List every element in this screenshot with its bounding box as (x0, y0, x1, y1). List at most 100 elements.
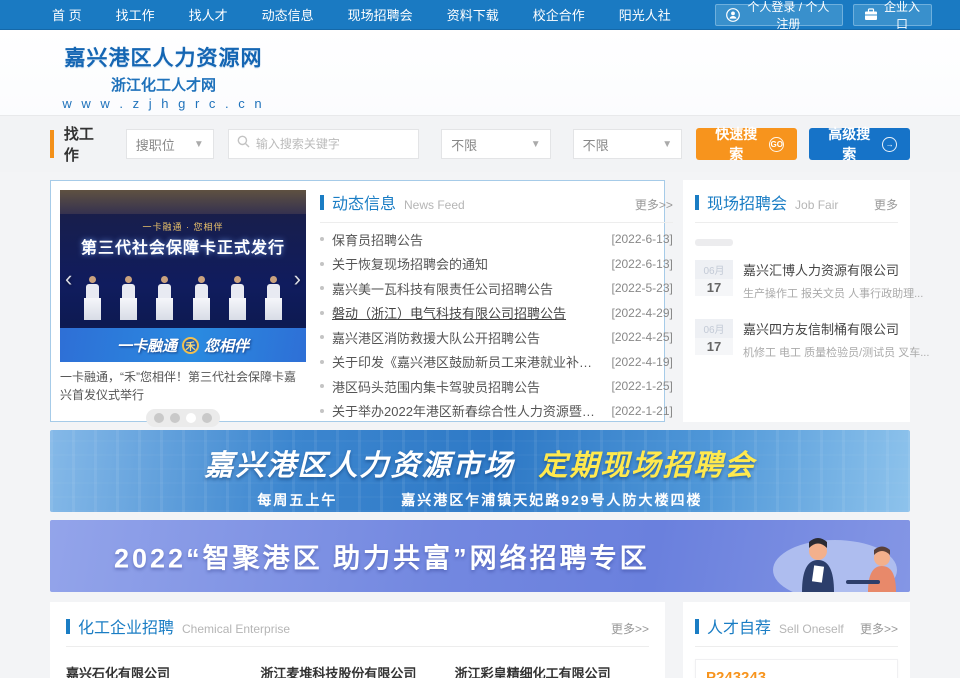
grain-seal-icon: 禾 (182, 337, 199, 354)
main-content: 一卡融通 · 您相伴 第三代社会保障卡正式发行 一卡融通 禾 您相伴 (50, 172, 910, 678)
advanced-search-label: 高级搜索 (822, 124, 876, 164)
banner1-schedule: 每周五上午 (257, 492, 337, 508)
carousel-dots (146, 409, 220, 427)
company-item[interactable]: 嘉兴石化有限公司 工艺员 设备管理 警卫（残疾工） (66, 663, 260, 678)
site-logo[interactable]: 嘉兴港区人力资源网 浙江化工人才网 w w w . z j h g r c . … (56, 42, 271, 111)
advanced-search-button[interactable]: 高级搜索 → (809, 128, 910, 160)
top-nav: 首 页 找工作 找人才 动态信息 现场招聘会 资料下载 校企合作 阳光人社 个人… (0, 0, 960, 30)
search-category-select[interactable]: 搜职位 ▼ (126, 129, 214, 159)
search-filter1-value: 不限 (451, 135, 477, 154)
person-figure (120, 276, 137, 320)
nav-item-job-fair[interactable]: 现场招聘会 (348, 5, 413, 24)
go-badge-icon: GO (769, 137, 784, 152)
company-item[interactable]: 浙江彩皇精细化工有限公司 普工（制造科） 营业担当 (455, 663, 649, 678)
date-badge: 06月 17 (695, 319, 733, 360)
talent-subtitle: Sell Oneself (779, 622, 844, 636)
news-item[interactable]: 关于举办2022年港区新春综合性人力资源暨春风...[2022-1-21] (320, 399, 673, 424)
chemical-enterprise-panel: 化工企业招聘 Chemical Enterprise 更多>> 嘉兴石化有限公司… (50, 602, 665, 678)
news-item[interactable]: 嘉兴港区消防救援大队公开招聘公告[2022-4-25] (320, 325, 673, 350)
section-accent-bar (695, 619, 699, 634)
chevron-down-icon: ▼ (194, 139, 204, 150)
personal-login-label: 个人登录 / 个人注册 (745, 0, 832, 32)
person-figure (156, 276, 173, 320)
job-fair-jobs: 生产操作工 报关文员 人事行政助理... (743, 285, 923, 301)
section-accent-bar (320, 195, 324, 210)
carousel-next-arrow[interactable]: › (294, 268, 301, 290)
search-filter2-value: 不限 (583, 135, 609, 154)
person-figure (84, 276, 101, 320)
chemical-title: 化工企业招聘 (78, 614, 174, 638)
nav-item-news[interactable]: 动态信息 (262, 5, 314, 24)
news-item-hovered[interactable]: 磐动（浙江）电气科技有限公司招聘公告[2022-4-29] (320, 301, 673, 326)
person-icon (726, 8, 740, 22)
search-input[interactable] (256, 137, 410, 151)
chemical-more-link[interactable]: 更多>> (611, 620, 649, 637)
business-people-illustration (750, 522, 900, 592)
slide-title: 第三代社会保障卡正式发行 (60, 234, 306, 258)
slide-tagline: 一卡融通 · 您相伴 (60, 220, 306, 233)
carousel-dot[interactable] (170, 413, 180, 423)
chemical-subtitle: Chemical Enterprise (182, 622, 290, 636)
search-band: 找工作 搜职位 ▼ 不限 ▼ 不限 ▼ 快速搜索 GO 高级搜索 → (0, 115, 960, 172)
search-label: 找工作 (64, 123, 108, 165)
talent-card[interactable]: P243243 男 ｜ 嘉兴市->嘉兴港区 ｜ 八年以上 (695, 659, 898, 678)
briefcase-icon (864, 8, 878, 21)
news-feed: 动态信息 News Feed 更多>> 保育员招聘公告[2022-6-13] 关… (320, 190, 673, 412)
job-fair-panel: 现场招聘会 Job Fair 更多 06月 17 嘉兴汇博人力资源有限公司 生产… (683, 180, 910, 422)
news-header: 动态信息 News Feed 更多>> (320, 190, 673, 223)
job-fair-item[interactable]: 06月 17 嘉兴四方友信制桶有限公司 机修工 电工 质量检验员/测试员 叉车.… (695, 319, 898, 360)
carousel-dot[interactable] (202, 413, 212, 423)
carousel: 一卡融通 · 您相伴 第三代社会保障卡正式发行 一卡融通 禾 您相伴 (60, 190, 306, 412)
bullet-icon (320, 262, 324, 266)
nav-item-sunshine-hr[interactable]: 阳光人社 (619, 5, 671, 24)
section-accent-bar (695, 195, 699, 210)
talent-more-link[interactable]: 更多>> (860, 620, 898, 637)
online-recruitment-banner[interactable]: 2022“智聚港区 助力共富”网络招聘专区 (50, 520, 910, 592)
carousel-dot-active[interactable] (186, 413, 196, 423)
talent-title: 人才自荐 (707, 614, 771, 638)
banner2-title: 2022“智聚港区 助力共富”网络招聘专区 (114, 537, 650, 576)
search-input-wrap (228, 129, 419, 159)
site-header: 嘉兴港区人力资源网 浙江化工人才网 w w w . z j h g r c . … (0, 30, 960, 115)
nav-item-downloads[interactable]: 资料下载 (447, 5, 499, 24)
nav-item-home[interactable]: 首 页 (52, 5, 82, 24)
job-fair-item[interactable]: 06月 17 嘉兴汇博人力资源有限公司 生产操作工 报关文员 人事行政助理... (695, 260, 898, 301)
carousel-caption[interactable]: 一卡融通，“禾”您相伴！第三代社会保障卡嘉兴首发仪式举行 (60, 368, 306, 404)
news-item[interactable]: 嘉兴美一瓦科技有限责任公司招聘公告[2022-5-23] (320, 276, 673, 301)
news-item[interactable]: 港区码头范围内集卡驾驶员招聘公告[2022-1-25] (320, 374, 673, 399)
news-item[interactable]: 关于恢复现场招聘会的通知[2022-6-13] (320, 252, 673, 277)
news-item[interactable]: 保育员招聘公告[2022-6-13] (320, 227, 673, 252)
enterprise-entry-button[interactable]: 企业入口 (853, 4, 932, 26)
slide-bottom-banner: 一卡融通 禾 您相伴 (60, 328, 306, 362)
nav-item-school-cooperation[interactable]: 校企合作 (533, 5, 585, 24)
carousel-dot[interactable] (154, 413, 164, 423)
bullet-icon (320, 311, 324, 315)
job-fair-banner[interactable]: 嘉兴港区人力资源市场 定期现场招聘会 每周五上午 嘉兴港区乍浦镇天妃路929号人… (50, 430, 910, 512)
company-list: 嘉兴石化有限公司 工艺员 设备管理 警卫（残疾工） 浙江麦堆科技股份有限公司 销… (66, 663, 649, 678)
news-item[interactable]: 关于印发《嘉兴港区鼓励新员工来港就业补助操作...[2022-4-19] (320, 350, 673, 375)
banner1-address: 嘉兴港区乍浦镇天妃路929号人防大楼四楼 (401, 492, 702, 508)
nav-item-find-talent[interactable]: 找人才 (189, 5, 228, 24)
carousel-prev-arrow[interactable]: ‹ (65, 268, 72, 290)
search-filter2-select[interactable]: 不限 ▼ (573, 129, 683, 159)
news-more-link[interactable]: 更多>> (635, 196, 673, 213)
search-category-value: 搜职位 (136, 135, 175, 154)
nav-item-find-job[interactable]: 找工作 (116, 5, 155, 24)
news-list: 保育员招聘公告[2022-6-13] 关于恢复现场招聘会的通知[2022-6-1… (320, 227, 673, 423)
quick-search-button[interactable]: 快速搜索 GO (696, 128, 797, 160)
site-title: 嘉兴港区人力资源网 (56, 42, 271, 72)
person-figure (265, 276, 282, 320)
job-fair-more-link[interactable]: 更多 (874, 196, 898, 213)
bullet-icon (320, 335, 324, 339)
carousel-slide[interactable]: 一卡融通 · 您相伴 第三代社会保障卡正式发行 一卡融通 禾 您相伴 (60, 190, 306, 362)
search-filter1-select[interactable]: 不限 ▼ (441, 129, 551, 159)
date-badge: 06月 17 (695, 260, 733, 301)
bullet-icon (320, 360, 324, 364)
chemical-header: 化工企业招聘 Chemical Enterprise 更多>> (66, 614, 649, 647)
quick-search-label: 快速搜索 (709, 124, 763, 164)
company-item[interactable]: 浙江麦堆科技股份有限公司 销售专员 会计 土建主管 (260, 663, 454, 678)
bullet-icon (320, 286, 324, 290)
news-title: 动态信息 (332, 190, 396, 214)
personal-login-button[interactable]: 个人登录 / 个人注册 (715, 4, 843, 26)
job-fair-company: 嘉兴汇博人力资源有限公司 (743, 260, 923, 279)
